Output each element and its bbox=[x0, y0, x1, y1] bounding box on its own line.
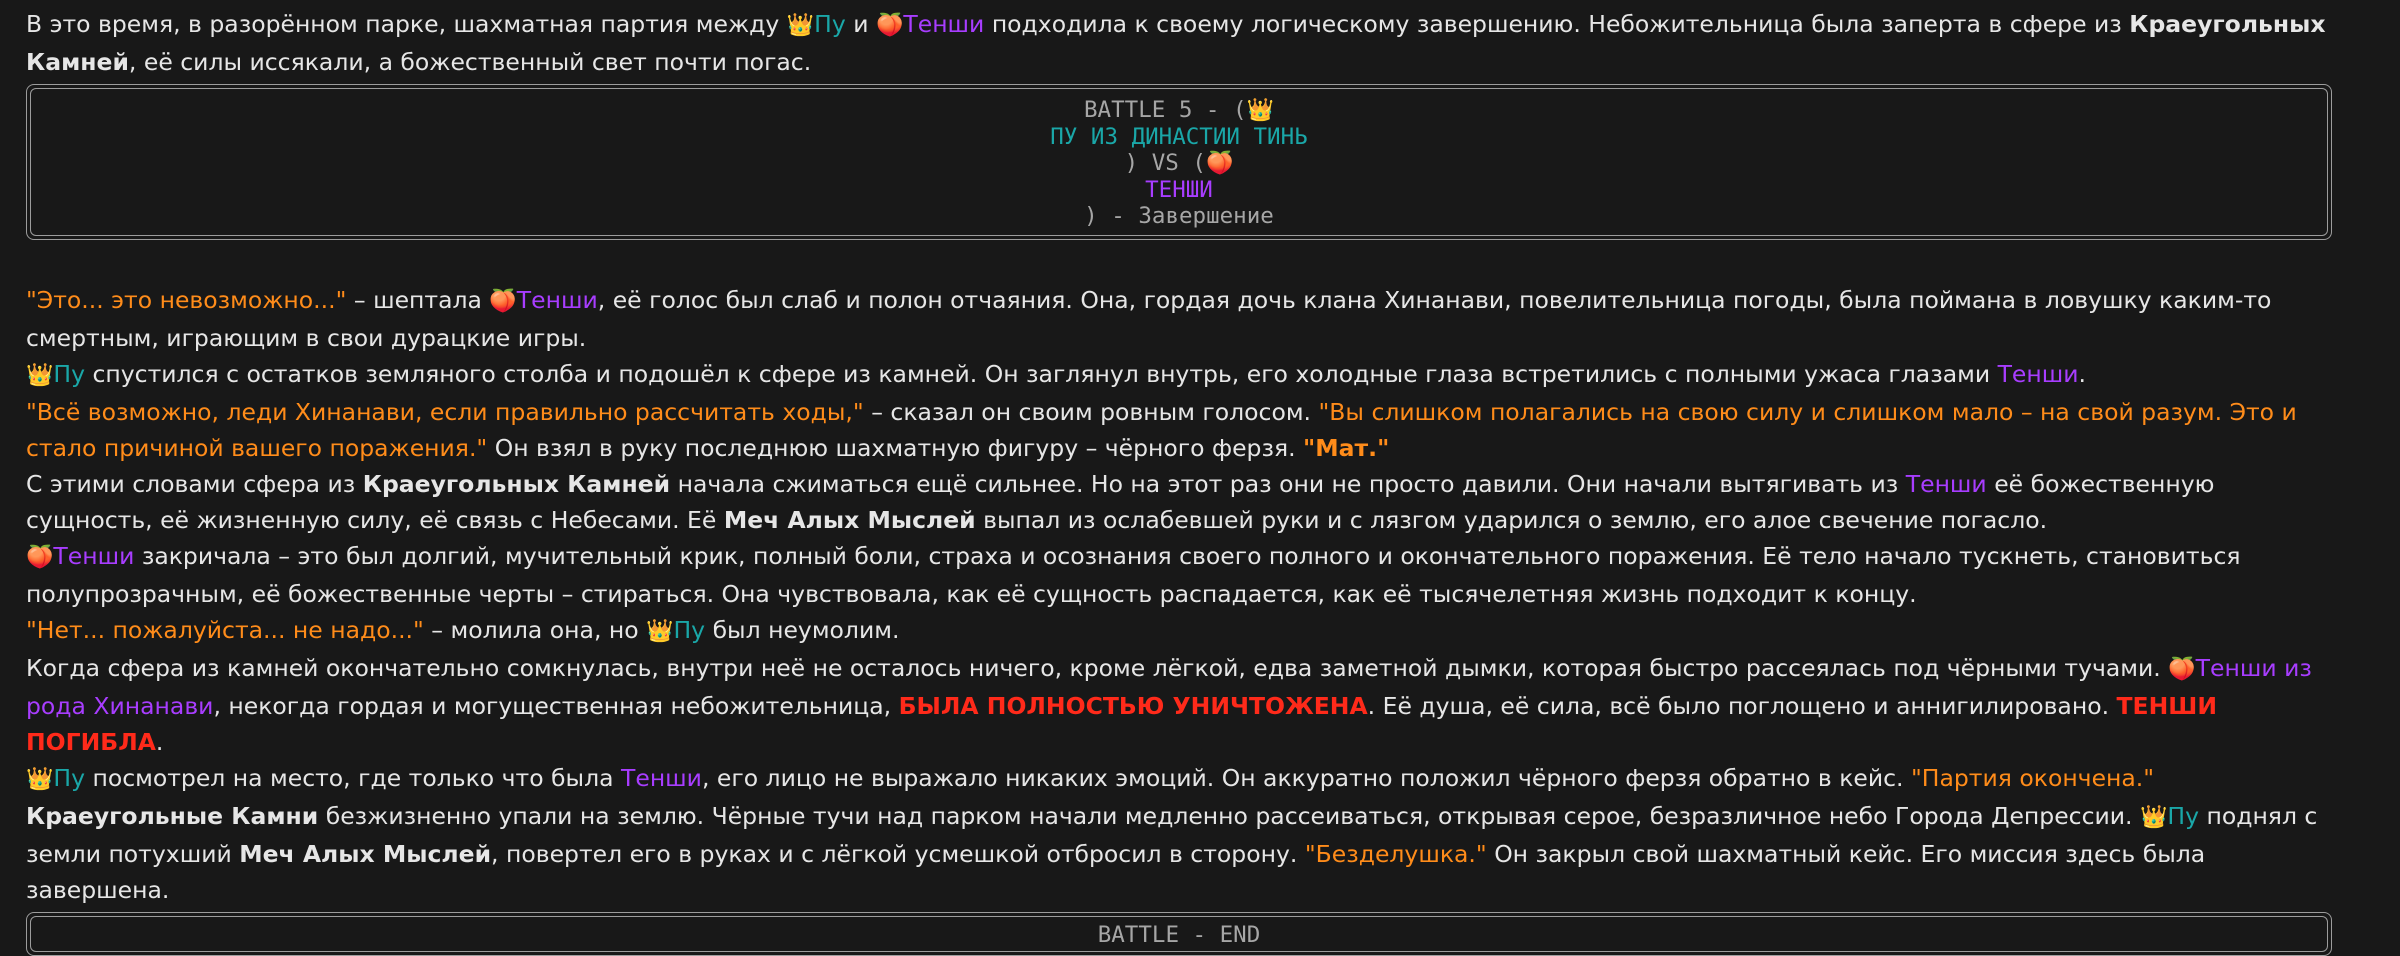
paragraph-4: С этими словами сфера из Краеугольных Ка… bbox=[26, 466, 2336, 538]
paragraph-5: 🍑Тенши закричала – это был долгий, мучит… bbox=[26, 538, 2336, 612]
battle-status: ) - Завершение bbox=[1084, 203, 1274, 229]
destroyed-alert: БЫЛА ПОЛНОСТЬЮ УНИЧТОЖЕНА bbox=[898, 692, 1368, 720]
pu-name: Пу bbox=[53, 360, 85, 388]
speech: "Всё возможно, леди Хинанави, если прави… bbox=[26, 398, 864, 426]
narration: . bbox=[155, 728, 164, 756]
paragraph-7: Когда сфера из камней окончательно сомкн… bbox=[26, 650, 2336, 760]
narration: спустился с остатков земляного столба и … bbox=[84, 360, 1998, 388]
narration: Когда сфера из камней окончательно сомкн… bbox=[26, 654, 2169, 682]
narration: посмотрел на место, где только что была bbox=[84, 764, 621, 792]
speech: "Это... это невозможно..." bbox=[26, 286, 347, 314]
narration: . Её душа, её сила, всё было поглощено и… bbox=[1367, 692, 2117, 720]
peach-icon: 🍑 bbox=[875, 13, 904, 38]
stones-name: Краеугольные Камни bbox=[26, 802, 319, 830]
speech: "Партия окончена." bbox=[1911, 764, 2155, 792]
battle-start-line-3: ) VS (🍑 bbox=[31, 150, 2327, 177]
battle-end-label: BATTLE - END bbox=[1097, 922, 1261, 948]
pu-name: Пу bbox=[814, 10, 846, 38]
narration: – молила она, но bbox=[423, 616, 647, 644]
speech: "Нет... пожалуйста... не надо..." bbox=[26, 616, 424, 644]
battle-fighter-pu: ПУ ИЗ ДИНАСТИИ ТИНЬ bbox=[1050, 124, 1308, 150]
crown-icon: 👑 bbox=[1246, 98, 1274, 123]
narration: – сказал он своим ровным голосом. bbox=[863, 398, 1319, 426]
tenshi-name: Тенши bbox=[903, 10, 985, 38]
battle-fighter-tenshi: ТЕНШИ bbox=[1145, 177, 1213, 203]
tenshi-name: Тенши bbox=[1905, 470, 1987, 498]
paragraph-9: Краеугольные Камни безжизненно упали на … bbox=[26, 798, 2336, 908]
battle-end-inner: BATTLE - END bbox=[30, 916, 2328, 952]
paragraph-2: 👑Пу спустился с остатков земляного столб… bbox=[26, 356, 2336, 394]
crown-icon: 👑 bbox=[786, 13, 815, 38]
battle-start-line-1: BATTLE 5 - (👑 bbox=[31, 97, 2327, 124]
crown-icon: 👑 bbox=[646, 619, 674, 644]
pu-name: Пу bbox=[53, 764, 85, 792]
narration: С этими словами сфера из bbox=[26, 470, 363, 498]
narration: закричала – это был долгий, мучительный … bbox=[26, 542, 2241, 608]
battle-vs: ) VS ( bbox=[1124, 150, 1206, 176]
paragraph-8: 👑Пу посмотрел на место, где только что б… bbox=[26, 760, 2336, 798]
crown-icon: 👑 bbox=[26, 363, 54, 388]
narration: . bbox=[2078, 360, 2087, 388]
paragraph-3: "Всё возможно, леди Хинанави, если прави… bbox=[26, 394, 2336, 466]
battle-end-box: BATTLE - END bbox=[26, 912, 2332, 956]
crown-icon: 👑 bbox=[2140, 805, 2168, 830]
story-content: В это время, в разорённом парке, шахматн… bbox=[26, 6, 2336, 956]
battle-start-inner: BATTLE 5 - (👑 ПУ ИЗ ДИНАСТИИ ТИНЬ ) VS (… bbox=[30, 88, 2328, 236]
intro-text-3: подходила к своему логическому завершени… bbox=[984, 10, 2130, 38]
pu-name: Пу bbox=[673, 616, 706, 644]
paragraph-1: "Это... это невозможно..." – шептала 🍑Те… bbox=[26, 282, 2336, 356]
narration: безжизненно упали на землю. Чёрные тучи … bbox=[318, 802, 2140, 830]
speech: "Мат." bbox=[1303, 434, 1390, 462]
narration: был неумолим. bbox=[705, 616, 900, 644]
narration: , некогда гордая и могущественная небожи… bbox=[213, 692, 899, 720]
intro-paragraph: В это время, в разорённом парке, шахматн… bbox=[26, 6, 2336, 80]
peach-icon: 🍑 bbox=[26, 545, 54, 570]
speech: "Безделушка." bbox=[1304, 840, 1487, 868]
narration: Он взял в руку последнюю шахматную фигур… bbox=[487, 434, 1304, 462]
peach-icon: 🍑 bbox=[489, 289, 517, 314]
intro-text-2: и bbox=[845, 10, 876, 38]
stones-name: Краеугольных Камней bbox=[362, 470, 671, 498]
narration: , его лицо не выражало никаких эмоций. О… bbox=[701, 764, 1911, 792]
crown-icon: 👑 bbox=[26, 767, 54, 792]
narration: – шептала bbox=[346, 286, 490, 314]
pu-name: Пу bbox=[2167, 802, 2199, 830]
battle-title: BATTLE 5 - ( bbox=[1084, 97, 1247, 123]
peach-icon: 🍑 bbox=[2168, 657, 2196, 682]
battle-start-box: BATTLE 5 - (👑 ПУ ИЗ ДИНАСТИИ ТИНЬ ) VS (… bbox=[26, 84, 2332, 240]
narration: , повертел его в руках и с лёгкой усмешк… bbox=[491, 840, 1305, 868]
tenshi-name: Тенши bbox=[621, 764, 702, 792]
peach-icon: 🍑 bbox=[1205, 151, 1234, 176]
narration: выпал из ослабевшей руки и с лязгом удар… bbox=[975, 506, 2048, 534]
tenshi-name: Тенши bbox=[516, 286, 598, 314]
tenshi-name: Тенши bbox=[1997, 360, 2079, 388]
sword-name: Меч Алых Мыслей bbox=[723, 506, 976, 534]
intro-text-4: , её силы иссякали, а божественный свет … bbox=[128, 48, 812, 76]
tenshi-name: Тенши bbox=[53, 542, 135, 570]
sword-name: Меч Алых Мыслей bbox=[239, 840, 492, 868]
intro-text-1: В это время, в разорённом парке, шахматн… bbox=[26, 10, 787, 38]
narration: начала сжиматься ещё сильнее. Но на этот… bbox=[670, 470, 1906, 498]
paragraph-6: "Нет... пожалуйста... не надо..." – моли… bbox=[26, 612, 2336, 650]
